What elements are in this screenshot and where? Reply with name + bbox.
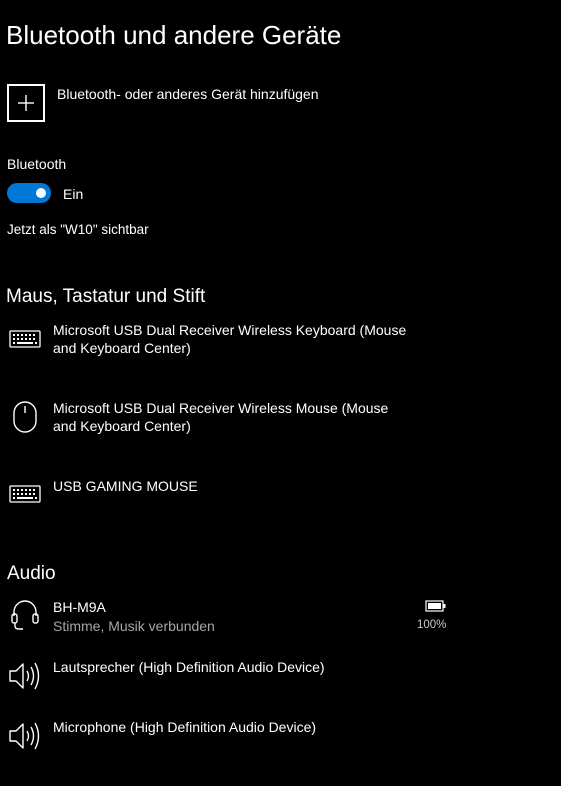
add-device-label[interactable]: Bluetooth- oder anderes Gerät hinzufügen	[57, 86, 319, 102]
speaker-icon	[9, 722, 40, 750]
headset-icon	[11, 600, 39, 630]
section-title-input: Maus, Tastatur und Stift	[6, 286, 206, 307]
toggle-knob	[36, 188, 46, 198]
device-name: Microphone (High Definition Audio Device…	[53, 719, 317, 735]
device-item-microphone[interactable]: Microphone (High Definition Audio Device…	[0, 715, 460, 757]
bluetooth-toggle-state: Ein	[63, 186, 84, 202]
device-name: Microsoft USB Dual Receiver Wireless Mou…	[53, 400, 389, 434]
bluetooth-label: Bluetooth	[7, 156, 67, 172]
device-item-mouse[interactable]: Microsoft USB Dual Receiver Wireless Mou…	[0, 396, 460, 446]
device-name: Lautsprecher (High Definition Audio Devi…	[53, 659, 325, 675]
device-item-speaker[interactable]: Lautsprecher (High Definition Audio Devi…	[0, 655, 460, 697]
plus-icon	[18, 95, 34, 111]
device-item-headset[interactable]: BH-M9A Stimme, Musik verbunden	[0, 596, 460, 638]
battery-icon	[425, 600, 446, 612]
device-name: Microsoft USB Dual Receiver Wireless Key…	[53, 322, 407, 356]
device-status: Stimme, Musik verbunden	[53, 618, 215, 634]
keyboard-icon	[9, 330, 41, 348]
speaker-icon	[9, 662, 40, 690]
device-name: USB GAMING MOUSE	[53, 478, 198, 494]
bluetooth-toggle[interactable]	[7, 183, 51, 203]
mouse-icon	[13, 401, 37, 433]
discoverable-status: Jetzt als "W10" sichtbar	[7, 222, 149, 237]
keyboard-icon	[9, 485, 41, 503]
page-title: Bluetooth und andere Geräte	[6, 20, 342, 50]
section-title-audio: Audio	[7, 563, 56, 584]
add-device-button[interactable]	[7, 84, 45, 122]
device-name: BH-M9A	[53, 599, 106, 615]
device-item-keyboard[interactable]: Microsoft USB Dual Receiver Wireless Key…	[0, 318, 460, 368]
device-item-gaming-mouse[interactable]: USB GAMING MOUSE	[0, 474, 460, 514]
battery-level: 100%	[417, 619, 447, 631]
